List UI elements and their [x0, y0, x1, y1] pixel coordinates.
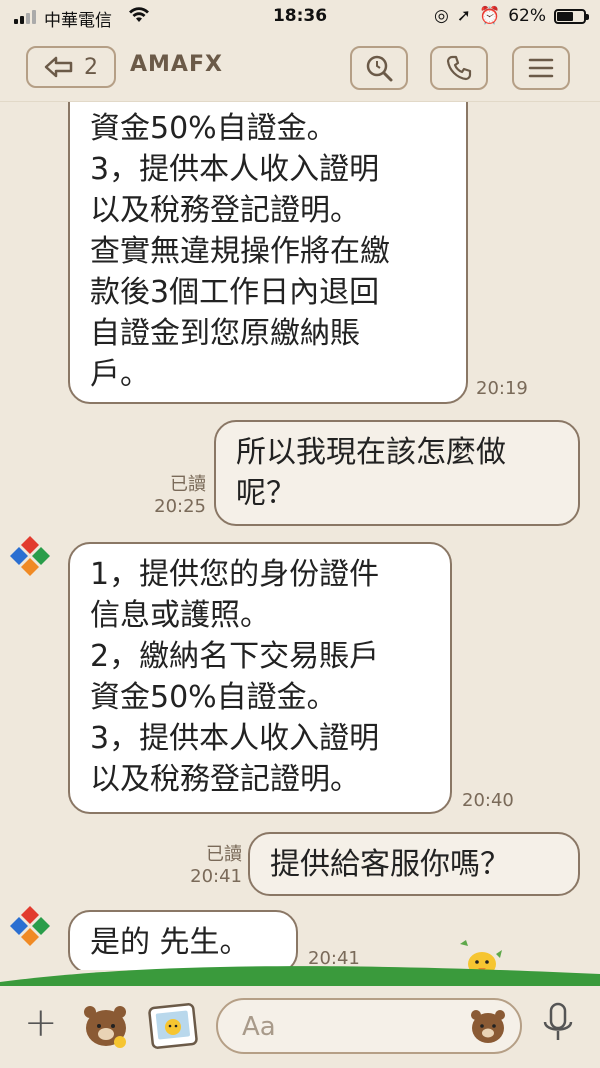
- message-status: 已讀 20:41: [184, 844, 242, 888]
- menu-button[interactable]: [512, 46, 570, 90]
- menu-icon: [528, 58, 554, 78]
- amafx-avatar-icon[interactable]: [8, 534, 52, 578]
- chat-title: AMAFX: [130, 52, 223, 77]
- search-button[interactable]: [350, 46, 408, 90]
- read-receipt: 已讀: [206, 844, 242, 865]
- photo-button[interactable]: [148, 1002, 200, 1050]
- location-icon: ➚: [456, 6, 472, 26]
- back-button[interactable]: 2: [26, 46, 116, 88]
- phone-icon: [446, 55, 472, 81]
- message-bubble-received[interactable]: 1，提供您的身份證件 信息或護照。 2，繳納名下交易賬戶 資金50%自證金。 3…: [68, 542, 452, 814]
- battery-icon: [554, 8, 589, 24]
- chat-area[interactable]: 資金50%自證金。 3，提供本人收入證明 以及稅務登記證明。 查實無違規操作將在…: [0, 102, 600, 970]
- message-status: 已讀 20:25: [148, 474, 206, 518]
- call-button[interactable]: [430, 46, 488, 90]
- message-time: 20:19: [476, 378, 528, 399]
- message-time: 20:40: [462, 790, 514, 811]
- message-input-placeholder: Aa: [242, 1012, 276, 1042]
- alarm-icon: ⏰: [479, 6, 501, 26]
- message-input[interactable]: Aa: [216, 998, 522, 1054]
- microphone-icon[interactable]: [540, 1000, 576, 1048]
- message-time: 20:25: [154, 496, 206, 517]
- emoji-icon[interactable]: [468, 1006, 508, 1046]
- read-receipt: 已讀: [170, 474, 206, 495]
- chat-header: 2 AMAFX: [0, 34, 600, 102]
- message-time: 20:41: [190, 866, 242, 887]
- message-bubble-received[interactable]: 資金50%自證金。 3，提供本人收入證明 以及稅務登記證明。 查實無違規操作將在…: [68, 102, 468, 404]
- sticker-button[interactable]: [80, 998, 134, 1052]
- status-bar: 中華電信 18:36 ◎ ➚ ⏰ 62%: [0, 0, 600, 34]
- orientation-lock-icon: ◎: [433, 6, 449, 26]
- message-bubble-sent[interactable]: 所以我現在該怎麼做 呢？: [214, 420, 580, 526]
- battery-percent: 62%: [508, 6, 546, 26]
- amafx-avatar-icon[interactable]: [8, 904, 52, 948]
- unread-count: 2: [84, 54, 98, 80]
- search-icon: [366, 55, 393, 82]
- input-bar: + Aa: [0, 986, 600, 1068]
- message-bubble-sent[interactable]: 提供給客服你嗎？: [248, 832, 580, 896]
- plus-icon[interactable]: +: [24, 1000, 58, 1046]
- back-arrow-icon: [44, 56, 73, 78]
